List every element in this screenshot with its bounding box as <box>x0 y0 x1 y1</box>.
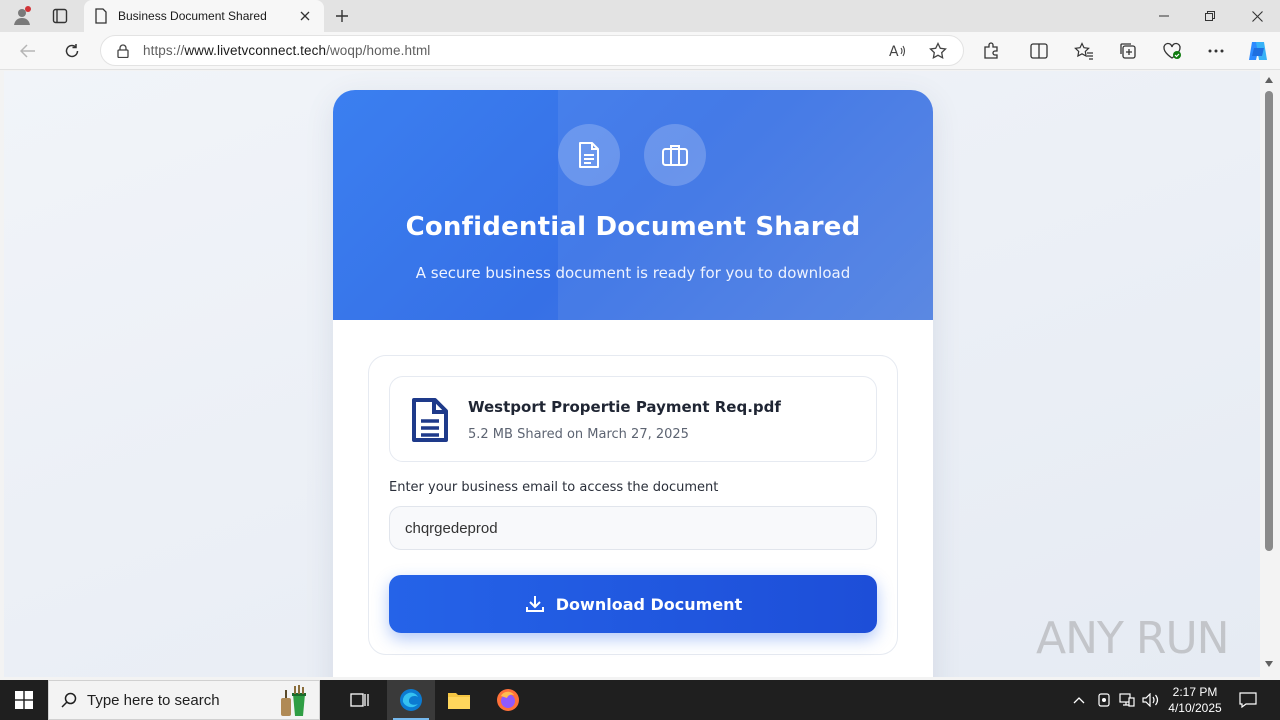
edge-taskbar-icon[interactable] <box>387 680 435 720</box>
clock-date: 4/10/2025 <box>1168 701 1222 715</box>
page-subtitle: A secure business document is ready for … <box>415 264 851 282</box>
tray-chevron-icon[interactable] <box>1068 680 1090 720</box>
volume-icon[interactable] <box>1140 680 1162 720</box>
security-tray-icon[interactable] <box>1094 680 1114 720</box>
file-info: Westport Propertie Payment Req.pdf 5.2 M… <box>389 376 877 462</box>
email-field[interactable] <box>389 506 877 550</box>
anyrun-watermark: ANY RUN <box>1036 612 1230 664</box>
file-explorer-icon[interactable] <box>435 680 483 720</box>
hero-sheen <box>558 90 933 320</box>
favorite-star-icon[interactable] <box>925 39 951 63</box>
taskbar: Type here to search 2:17 PM 4/10/2025 <box>0 680 1280 720</box>
page-viewport: Confidential Document Shared A secure bu… <box>4 71 1260 677</box>
download-icon <box>524 593 546 615</box>
collections-icon[interactable] <box>1114 38 1142 64</box>
copilot-icon[interactable] <box>1244 38 1272 64</box>
minimize-icon[interactable] <box>1141 0 1187 32</box>
scrollbar[interactable] <box>1260 71 1280 677</box>
download-panel: Westport Propertie Payment Req.pdf 5.2 M… <box>368 355 898 655</box>
hero-header: Confidential Document Shared A secure bu… <box>333 90 933 320</box>
tab-bar: Business Document Shared <box>0 0 1280 32</box>
url-text: https://www.livetvconnect.tech/woqp/home… <box>143 43 431 58</box>
page-title: Confidential Document Shared <box>405 212 861 242</box>
firefox-icon[interactable] <box>484 680 532 720</box>
back-icon[interactable] <box>14 38 42 64</box>
lock-icon[interactable] <box>117 43 129 58</box>
notifications-icon[interactable] <box>1234 680 1262 720</box>
taskbar-search[interactable]: Type here to search <box>48 680 320 720</box>
close-window-icon[interactable] <box>1234 0 1280 32</box>
windows-start-icon[interactable] <box>0 680 48 720</box>
email-label: Enter your business email to access the … <box>389 480 719 495</box>
svg-text:A: A <box>889 44 899 59</box>
restore-icon[interactable] <box>1187 0 1233 32</box>
close-tab-icon[interactable] <box>296 7 314 25</box>
task-view-icon[interactable] <box>336 680 384 720</box>
file-name: Westport Propertie Payment Req.pdf <box>468 398 781 416</box>
more-options-icon[interactable] <box>1202 38 1230 64</box>
taskbar-clock[interactable]: 2:17 PM 4/10/2025 <box>1160 684 1230 716</box>
new-tab-icon[interactable] <box>330 4 354 28</box>
browser-toolbar: https://www.livetvconnect.tech/woqp/home… <box>0 32 1280 70</box>
tab-actions-icon[interactable] <box>48 4 72 28</box>
download-label: Download Document <box>555 594 743 614</box>
search-placeholder: Type here to search <box>87 691 220 709</box>
browser-tab[interactable]: Business Document Shared <box>84 0 324 32</box>
search-icon <box>61 692 77 708</box>
briefcase-circle <box>644 124 706 186</box>
document-circle <box>558 124 620 186</box>
profile-icon[interactable] <box>10 4 34 28</box>
golf-bag-icon <box>281 685 306 716</box>
file-icon <box>412 398 448 442</box>
split-screen-icon[interactable] <box>1025 38 1053 64</box>
scrollbar-thumb[interactable] <box>1265 91 1273 551</box>
browser-essentials-icon[interactable] <box>1158 38 1186 64</box>
network-icon[interactable] <box>1116 680 1138 720</box>
tab-title: Business Document Shared <box>118 9 267 23</box>
address-bar[interactable]: https://www.livetvconnect.tech/woqp/home… <box>100 35 964 66</box>
refresh-icon[interactable] <box>58 38 86 64</box>
read-aloud-icon[interactable]: A <box>885 39 911 63</box>
file-meta: 5.2 MB Shared on March 27, 2025 <box>468 427 689 442</box>
document-icon <box>579 142 599 168</box>
page-icon <box>95 8 107 24</box>
briefcase-icon <box>662 145 688 166</box>
scroll-down-icon[interactable] <box>1264 659 1274 669</box>
download-button[interactable]: Download Document <box>389 575 877 633</box>
favorites-icon[interactable] <box>1070 38 1098 64</box>
scroll-up-icon[interactable] <box>1264 75 1274 85</box>
document-card: Confidential Document Shared A secure bu… <box>333 90 933 677</box>
extensions-icon[interactable] <box>977 38 1005 64</box>
clock-time: 2:17 PM <box>1172 685 1218 699</box>
